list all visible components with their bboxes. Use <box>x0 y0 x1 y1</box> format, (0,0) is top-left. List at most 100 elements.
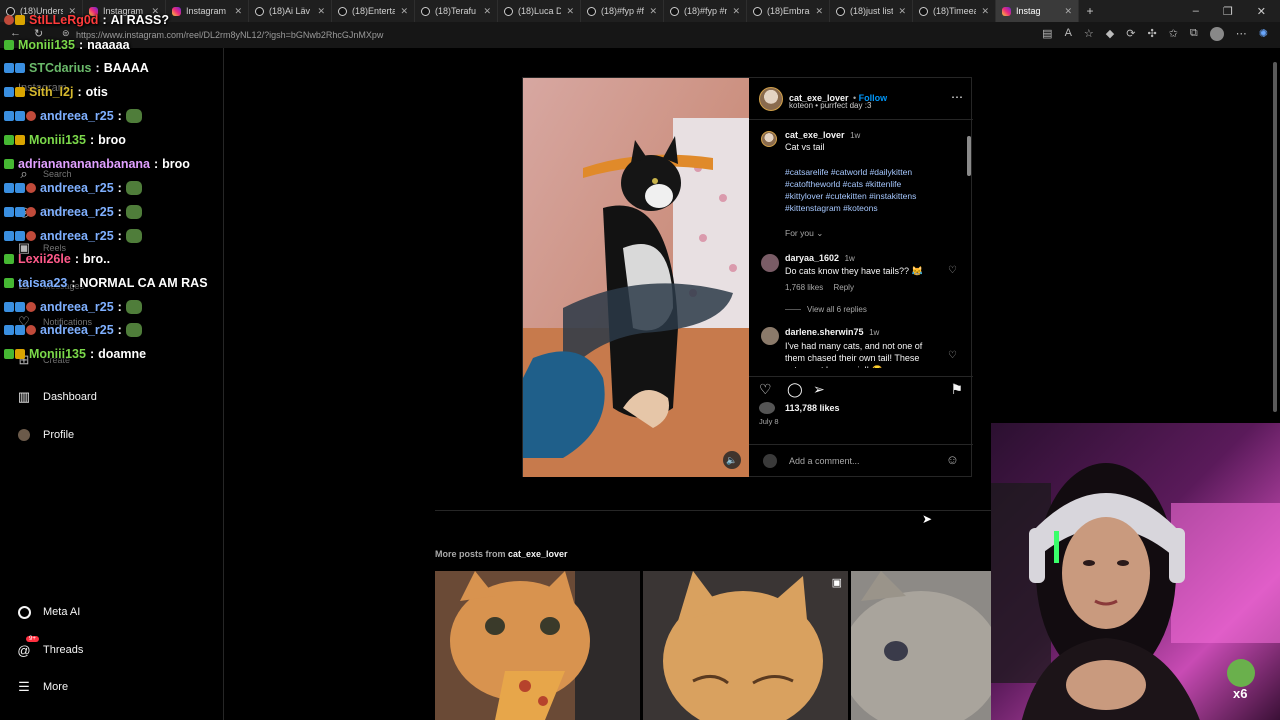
collections-icon[interactable]: ⧉ <box>1190 27 1198 41</box>
nav-threads[interactable]: @9+ Threads <box>16 636 84 658</box>
more-post-thumbnail[interactable] <box>435 571 640 720</box>
favorites-icon[interactable]: ✩ <box>1169 27 1178 41</box>
copilot-icon[interactable]: ✺ <box>1259 27 1268 41</box>
commenter-avatar[interactable] <box>761 327 779 345</box>
browser-tab[interactable]: (18)Luca Da ✕ <box>498 0 581 22</box>
audio-label[interactable]: koteon • purrfect day :3 <box>789 101 871 110</box>
like-heart-icon[interactable]: ♡ <box>759 381 772 398</box>
chat-message: Moniii135: broo <box>4 133 126 147</box>
browser-tab[interactable]: (18)just liste ✕ <box>830 0 913 22</box>
tab-close-icon[interactable]: ✕ <box>317 6 325 17</box>
chat-text: AI RASS? <box>110 13 169 27</box>
browser-tab[interactable]: (18)Embrace ✕ <box>747 0 830 22</box>
more-options-icon[interactable]: ⋯ <box>951 90 963 104</box>
chat-badges <box>4 111 36 121</box>
chat-username: andreea_r25 <box>40 109 114 123</box>
tab-close-icon[interactable]: ✕ <box>649 6 657 17</box>
more-post-thumbnail[interactable] <box>851 571 991 720</box>
chat-message: andreea_r25: <box>4 205 142 219</box>
comment-like-heart-icon[interactable]: ♡ <box>948 265 957 276</box>
minimize-button[interactable]: – <box>1193 5 1199 18</box>
caption-avatar[interactable] <box>761 131 777 147</box>
read-aloud-icon[interactable]: A <box>1065 27 1072 41</box>
chat-message: andreea_r25: <box>4 181 142 195</box>
tab-close-icon[interactable]: ✕ <box>981 6 989 17</box>
hamburger-icon: ☰ <box>18 679 30 694</box>
browser-profile-avatar[interactable] <box>1209 27 1224 41</box>
tab-close-icon[interactable]: ✕ <box>732 6 740 17</box>
author-avatar[interactable] <box>759 87 783 111</box>
volume-icon[interactable]: 🔈 <box>723 451 741 469</box>
chat-separator: : <box>71 276 76 290</box>
nav-profile[interactable]: Profile <box>16 427 74 443</box>
scrollbar-thumb[interactable] <box>967 136 971 176</box>
chat-message: adriananananabanana: broo <box>4 157 190 171</box>
browser-tab[interactable]: (18)#fyp #fc ✕ <box>581 0 664 22</box>
add-comment-input[interactable]: Add a comment... <box>789 456 860 466</box>
comment-bubble-icon[interactable]: ◯ <box>787 381 803 398</box>
hashtag-line[interactable]: #kittenstagram #koteons <box>785 202 965 214</box>
nav-dashboard[interactable]: ▥ Dashboard <box>16 389 97 405</box>
more-posts-username[interactable]: cat_exe_lover <box>508 549 568 559</box>
for-you-dropdown[interactable]: For you ⌄ <box>785 228 823 239</box>
chat-username: Lexii26le <box>18 252 71 266</box>
chat-text: broo <box>162 157 190 171</box>
tab-close-icon[interactable]: ✕ <box>483 6 491 17</box>
commenter-avatar[interactable] <box>761 254 779 272</box>
nav-meta-ai[interactable]: Meta AI <box>16 604 80 620</box>
comments-scrollbar[interactable] <box>966 124 972 372</box>
more-post-thumbnail[interactable]: ▣ <box>643 571 848 720</box>
comment-username[interactable]: darlene.sherwin75 <box>785 327 864 337</box>
browser-tab[interactable]: Instag ✕ <box>996 0 1079 22</box>
tab-close-icon[interactable]: ✕ <box>1064 6 1072 17</box>
close-window-button[interactable]: ✕ <box>1257 5 1266 18</box>
meta-ai-icon <box>16 604 32 620</box>
nav-more[interactable]: ☰ More <box>16 679 68 695</box>
likes-count[interactable]: 113,788 likes <box>785 403 840 413</box>
page-scrollbar[interactable] <box>1272 52 1278 422</box>
page-scrollbar-thumb[interactable] <box>1273 62 1277 412</box>
sync-icon[interactable]: ⟳ <box>1126 27 1135 41</box>
new-tab-button[interactable]: + <box>1079 4 1101 18</box>
tab-close-icon[interactable]: ✕ <box>898 6 906 17</box>
reader-mode-icon[interactable]: ▤ <box>1042 27 1052 41</box>
favorite-star-icon[interactable]: ☆ <box>1084 27 1094 41</box>
browser-menu-icon[interactable]: ⋯ <box>1236 27 1247 41</box>
chat-message: Moniii135: naaaaa <box>4 38 130 52</box>
tab-close-icon[interactable]: ✕ <box>400 6 408 17</box>
hashtag-line[interactable]: #catsarelife #catworld #dailykitten <box>785 166 965 178</box>
tab-close-icon[interactable]: ✕ <box>566 6 574 17</box>
comment-like-heart-icon[interactable]: ♡ <box>948 350 957 361</box>
hashtag-line[interactable]: #kittylover #cutekitten #instakittens <box>785 190 965 202</box>
nav-threads-label: Threads <box>43 644 84 656</box>
tiktok-icon <box>338 6 347 16</box>
tab-close-icon[interactable]: ✕ <box>815 6 823 17</box>
chat-badges <box>4 15 25 25</box>
share-send-icon[interactable]: ➢ <box>813 381 825 398</box>
extension-icon[interactable]: ◆ <box>1106 27 1114 41</box>
orange-cat-eating-pizza-image <box>435 571 640 720</box>
tiktok-icon <box>919 6 928 16</box>
reel-video[interactable]: 🔈 <box>523 78 749 477</box>
view-replies-button[interactable]: View all 6 replies <box>785 305 867 314</box>
maximize-button[interactable]: ❐ <box>1223 5 1233 18</box>
caption-username[interactable]: cat_exe_lover <box>785 130 845 140</box>
comment-likes-count[interactable]: 1,768 likes <box>785 283 823 292</box>
browser-tab[interactable]: (18)#fyp #ro ✕ <box>664 0 747 22</box>
comment-time: 1w <box>869 328 880 337</box>
chat-badge-icon <box>4 254 14 264</box>
comment-username[interactable]: daryaa_1602 <box>785 253 839 263</box>
extensions-puzzle-icon[interactable]: ✣ <box>1147 27 1156 41</box>
comment-reply-button[interactable]: Reply <box>833 283 853 292</box>
add-comment-bar: Add a comment... ☺ <box>749 444 973 477</box>
chat-badges <box>4 183 36 193</box>
hashtag-line[interactable]: #catoftheworld #cats #kittenlife <box>785 178 965 190</box>
browser-tab[interactable]: (18)Ai Läv Fr ✕ <box>249 0 332 22</box>
browser-tab[interactable]: (18)Timeea ✕ <box>913 0 996 22</box>
chat-badges <box>4 207 36 217</box>
bookmark-icon[interactable]: ⚑ <box>950 381 963 398</box>
post-date: July 8 <box>759 417 779 426</box>
browser-tab[interactable]: (18)Entertain ✕ <box>332 0 415 22</box>
browser-tab[interactable]: (18)Terafu E ✕ <box>415 0 498 22</box>
emoji-icon[interactable]: ☺ <box>946 452 959 467</box>
